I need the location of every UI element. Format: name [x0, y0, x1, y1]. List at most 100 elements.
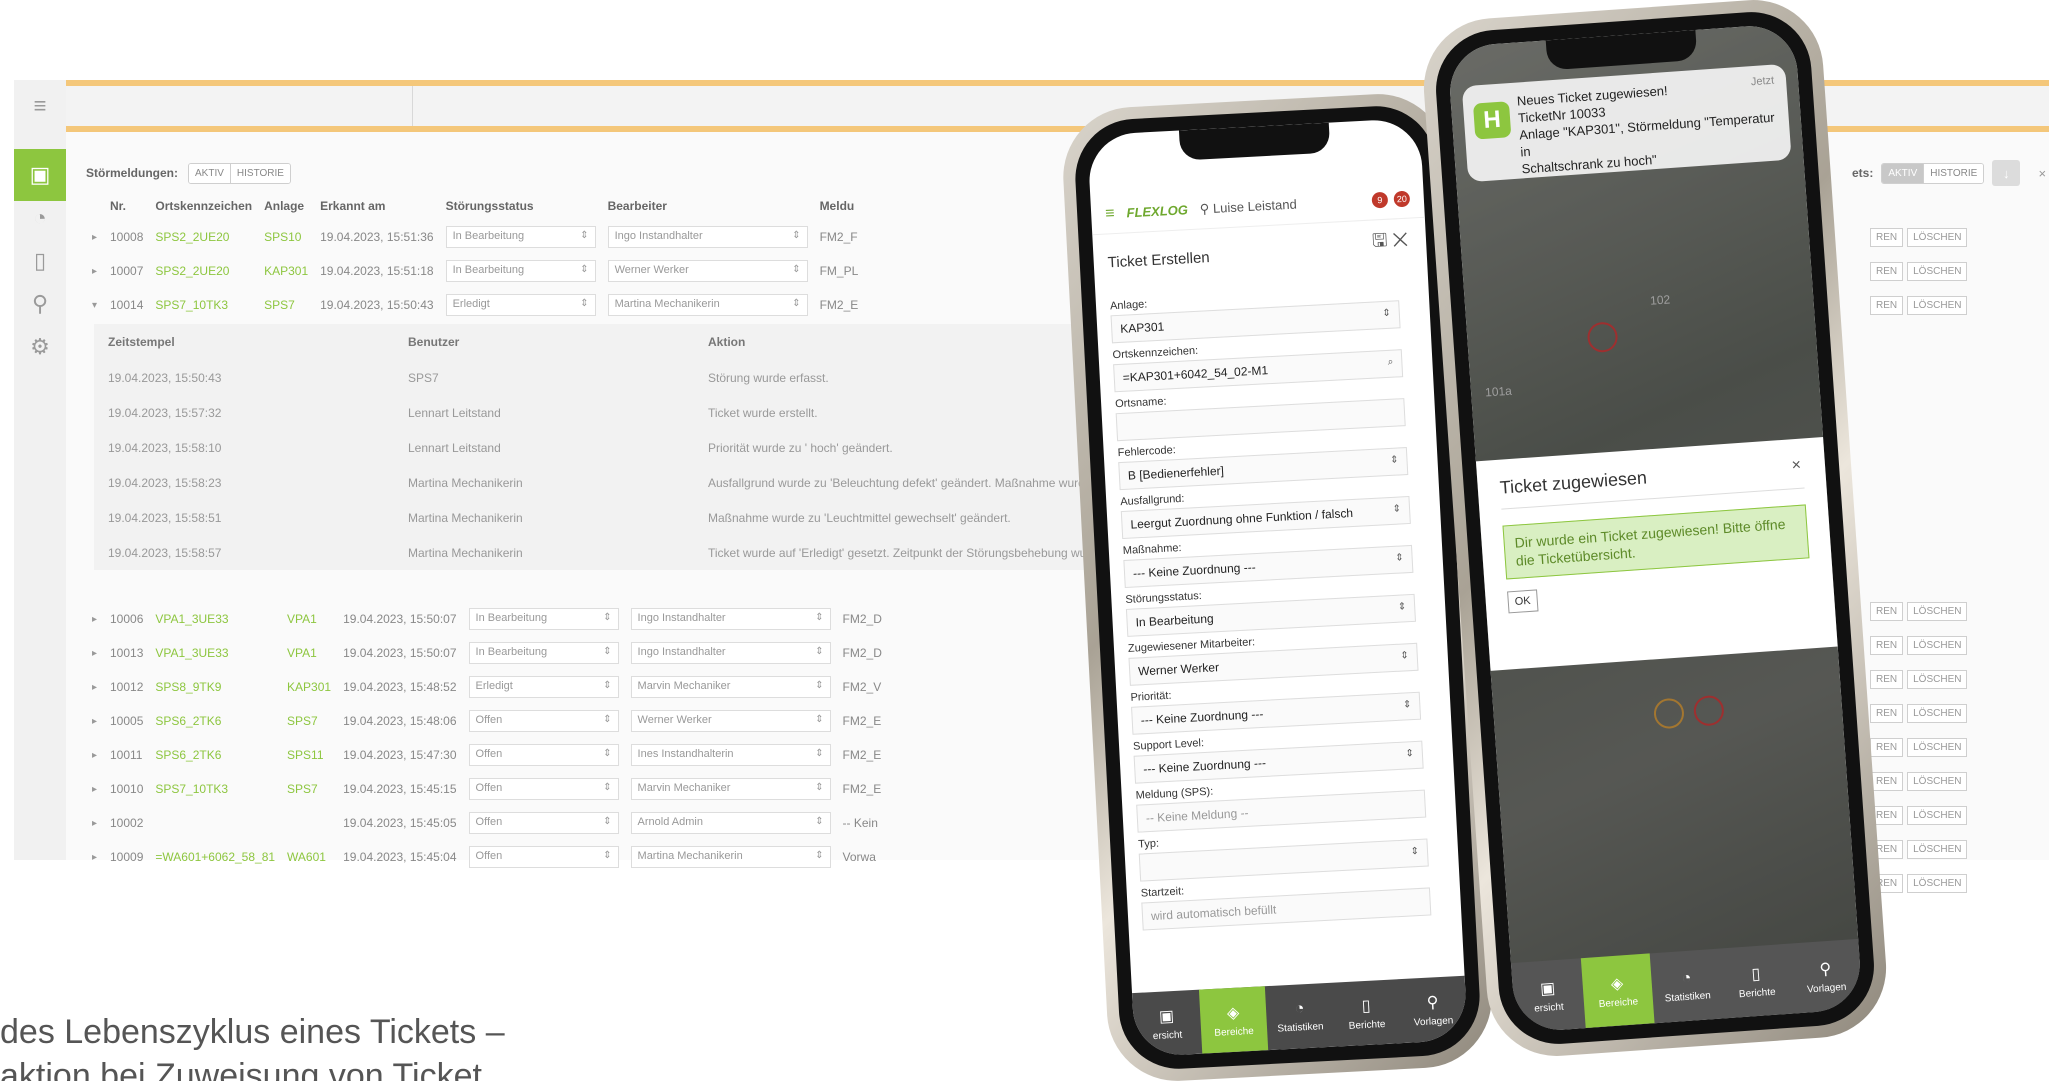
cell-ortskennzeichen[interactable]: SPS8_9TK9 — [149, 670, 281, 704]
status-select[interactable]: In Bearbeitung — [445, 226, 596, 248]
cell-ortskennzeichen[interactable]: VPA1_3UE33 — [149, 636, 281, 670]
status-select[interactable]: Offen — [468, 812, 619, 834]
delete-button[interactable]: LÖSCHEN — [1907, 228, 1968, 247]
close-icon[interactable]: × — [1791, 457, 1802, 476]
cell-anlage[interactable]: SPS7 — [281, 704, 337, 738]
delete-button[interactable]: LÖSCHEN — [1907, 636, 1968, 655]
assignee-select[interactable]: Ingo Instandhalter — [630, 608, 831, 630]
rename-button[interactable]: REN — [1870, 296, 1904, 315]
cell-anlage[interactable]: VPA1 — [281, 602, 337, 636]
delete-button[interactable]: LÖSCHEN — [1907, 772, 1968, 791]
cell-ortskennzeichen[interactable]: SPS7_10TK3 — [149, 772, 281, 806]
cell-ortskennzeichen[interactable]: SPS6_2TK6 — [149, 738, 281, 772]
assignee-select[interactable]: Ingo Instandhalter — [630, 642, 831, 664]
column-header[interactable]: Nr. — [104, 192, 149, 220]
cell-ortskennzeichen[interactable] — [149, 806, 281, 840]
right-tab-historie[interactable]: HISTORIE — [1924, 163, 1984, 183]
chevron-right-icon[interactable]: ▸ — [86, 636, 104, 670]
cell-ortskennzeichen[interactable]: VPA1_3UE33 — [149, 602, 281, 636]
nav-item[interactable]: ⚲ Vorlagen — [1398, 976, 1468, 1043]
delete-button[interactable]: LÖSCHEN — [1907, 806, 1968, 825]
table-row[interactable]: ▾ 10014 SPS7_10TK3 SPS7 19.04.2023, 15:50:43… — [86, 288, 864, 322]
column-header[interactable]: Erkannt am — [314, 192, 439, 220]
chevron-right-icon[interactable]: ▸ — [86, 704, 104, 738]
cell-ortskennzeichen[interactable]: SPS6_2TK6 — [149, 704, 281, 738]
assignee-select[interactable]: Werner Werker — [607, 260, 808, 282]
assignee-select[interactable]: Marvin Mechaniker — [630, 676, 831, 698]
rename-button[interactable]: REN — [1870, 670, 1904, 689]
delete-button[interactable]: LÖSCHEN — [1907, 670, 1968, 689]
alarm-badge[interactable]: 20 — [1393, 190, 1411, 207]
current-user[interactable]: ⚲ Luise Leistand — [1199, 196, 1297, 217]
cell-ortskennzeichen[interactable]: SPS2_2UE20 — [149, 220, 258, 254]
chevron-down-icon[interactable]: ▾ — [86, 288, 104, 322]
assignee-select[interactable]: Ingo Instandhalter — [607, 226, 808, 248]
table-row[interactable]: ▸ 10011 SPS6_2TK6 SPS11 19.04.2023, 15:47:30… — [86, 738, 888, 772]
nav-item[interactable]: ◔ Statistiken — [1650, 949, 1724, 1024]
table-row[interactable]: ▸ 10013 VPA1_3UE33 VPA1 19.04.2023, 15:50:07… — [86, 636, 888, 670]
chevron-right-icon[interactable]: ▸ — [86, 772, 104, 806]
delete-button[interactable]: LÖSCHEN — [1907, 738, 1968, 757]
close-icon[interactable]: 🖫 ✕ — [1371, 227, 1409, 259]
cell-anlage[interactable]: SPS7 — [281, 772, 337, 806]
assignee-select[interactable]: Marvin Mechaniker — [630, 778, 831, 800]
cell-anlage[interactable]: SPS7 — [258, 288, 314, 322]
cell-anlage[interactable]: KAP301 — [281, 670, 337, 704]
warning-badge[interactable]: 9 — [1371, 191, 1389, 209]
table-row[interactable]: ▸ 10002 19.04.2023, 15:45:05 Offen Arnold Ad… — [86, 806, 888, 840]
status-select[interactable]: In Bearbeitung — [468, 642, 619, 664]
cell-anlage[interactable]: SPS11 — [281, 738, 337, 772]
delete-button[interactable]: LÖSCHEN — [1907, 874, 1968, 893]
delete-button[interactable]: LÖSCHEN — [1907, 840, 1968, 859]
table-row[interactable]: ▸ 10007 SPS2_2UE20 KAP301 19.04.2023, 15:51:… — [86, 254, 864, 288]
rename-button[interactable]: REN — [1870, 738, 1904, 757]
right-tab-aktiv[interactable]: AKTIV — [1882, 163, 1925, 183]
column-header[interactable]: Anlage — [258, 192, 314, 220]
tab-aktiv[interactable]: AKTIV — [189, 163, 231, 183]
chevron-right-icon[interactable]: ▸ — [86, 738, 104, 772]
cell-anlage[interactable]: SPS10 — [258, 220, 314, 254]
ok-button[interactable]: OK — [1507, 589, 1539, 614]
status-select[interactable]: Erledigt — [468, 676, 619, 698]
rename-button[interactable]: REN — [1870, 772, 1904, 791]
table-row[interactable]: ▸ 10009 =WA601+6062_58_81 WA601 19.04.2023, … — [86, 840, 888, 874]
menu-icon[interactable]: ≡ — [14, 80, 66, 132]
status-select[interactable]: Offen — [468, 710, 619, 732]
delete-button[interactable]: LÖSCHEN — [1907, 704, 1968, 723]
status-select[interactable]: Offen — [468, 846, 619, 868]
chevron-right-icon[interactable]: ▸ — [86, 806, 104, 840]
close-icon[interactable]: × — [2028, 160, 2049, 186]
status-select[interactable]: In Bearbeitung — [468, 608, 619, 630]
rename-button[interactable]: REN — [1870, 602, 1904, 621]
settings-icon[interactable]: ⚙ — [14, 321, 66, 373]
chevron-right-icon[interactable]: ▸ — [86, 670, 104, 704]
status-select[interactable]: Offen — [468, 778, 619, 800]
table-row[interactable]: ▸ 10006 VPA1_3UE33 VPA1 19.04.2023, 15:50:07… — [86, 602, 888, 636]
nav-item[interactable]: ▣ ersicht — [1511, 958, 1585, 1033]
assignee-select[interactable]: Ines Instandhalterin — [630, 744, 831, 766]
assignee-select[interactable]: Martina Mechanikerin — [630, 846, 831, 868]
nav-item[interactable]: ◈ Bereiche — [1580, 953, 1655, 1029]
cell-ortskennzeichen[interactable]: =WA601+6062_58_81 — [149, 840, 281, 874]
nav-item[interactable]: ◔ Statistiken — [1265, 983, 1335, 1050]
rename-button[interactable]: REN — [1870, 704, 1904, 723]
delete-button[interactable]: LÖSCHEN — [1907, 262, 1968, 281]
column-header[interactable]: Störungsstatus — [440, 192, 602, 220]
cell-ortskennzeichen[interactable]: SPS2_2UE20 — [149, 254, 258, 288]
cell-ortskennzeichen[interactable]: SPS7_10TK3 — [149, 288, 258, 322]
column-header[interactable]: Meldu — [814, 192, 865, 220]
nav-item[interactable]: ⚲ Vorlagen — [1789, 939, 1863, 1014]
status-select[interactable]: Offen — [468, 744, 619, 766]
cell-anlage[interactable]: VPA1 — [281, 636, 337, 670]
assignee-select[interactable]: Martina Mechanikerin — [607, 294, 808, 316]
delete-button[interactable]: LÖSCHEN — [1907, 602, 1968, 621]
download-icon[interactable]: ↓ — [1992, 160, 2021, 186]
status-select[interactable]: Erledigt — [445, 294, 596, 316]
rename-button[interactable]: REN — [1870, 636, 1904, 655]
search-icon[interactable]: ⌕ — [1387, 357, 1393, 368]
menu-icon[interactable]: ≡ — [1105, 205, 1115, 223]
rename-button[interactable]: REN — [1870, 228, 1904, 247]
assignee-select[interactable]: Werner Werker — [630, 710, 831, 732]
rename-button[interactable]: REN — [1870, 262, 1904, 281]
tab-historie[interactable]: HISTORIE — [230, 163, 290, 183]
